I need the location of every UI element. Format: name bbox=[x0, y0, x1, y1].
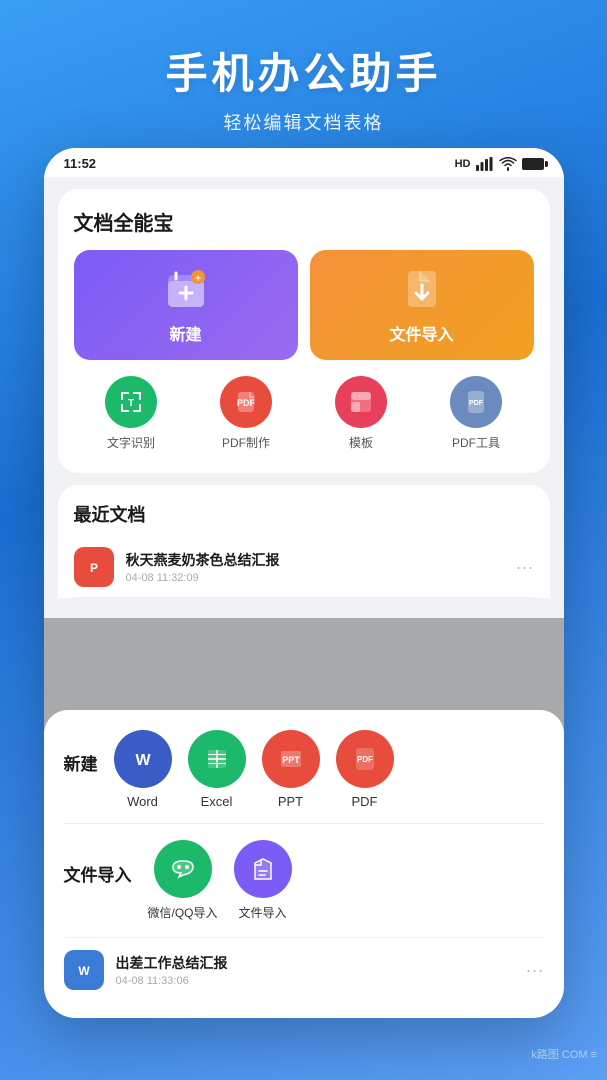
pdf-tools-icon: PDF bbox=[450, 376, 502, 428]
tool-ocr[interactable]: T 文字识别 bbox=[105, 376, 157, 451]
signal-icon bbox=[476, 157, 494, 171]
main-title: 手机办公助手 bbox=[20, 40, 587, 101]
hd-label: HD bbox=[455, 158, 471, 170]
ppt-icon: PPT bbox=[262, 730, 320, 788]
excel-icon bbox=[188, 730, 246, 788]
doc-info-2: 出差工作总结汇报 04-08 11:33:06 bbox=[116, 953, 514, 987]
phone-mockup: 11:52 HD 文档全能宝 bbox=[44, 148, 564, 1018]
doc-meta-1: 04-08 11:32:09 bbox=[126, 572, 504, 584]
pdf-make-icon: PDF bbox=[220, 376, 272, 428]
template-label: 模板 bbox=[349, 434, 373, 451]
pdf-make-label: PDF制作 bbox=[222, 434, 270, 451]
new-button-label: 新建 bbox=[169, 321, 201, 345]
status-icons: HD bbox=[455, 157, 544, 171]
overlay: 新建 W Word bbox=[44, 618, 564, 1013]
svg-text:W: W bbox=[78, 964, 90, 978]
doc-more-1[interactable]: ··· bbox=[516, 557, 534, 578]
file-import-label: 文件导入 bbox=[239, 904, 287, 921]
popup-import-row: 文件导入 微信/QQ导入 bbox=[64, 840, 544, 921]
svg-text:PDF: PDF bbox=[469, 400, 484, 407]
header: 手机办公助手 轻松编辑文档表格 bbox=[0, 0, 607, 155]
doc-name-1: 秋天燕麦奶茶色总结汇报 bbox=[126, 550, 504, 570]
excel-label: Excel bbox=[201, 794, 233, 809]
svg-text:W: W bbox=[135, 752, 151, 769]
tool-template[interactable]: 模板 bbox=[335, 376, 387, 451]
word-label: Word bbox=[127, 794, 158, 809]
doc-icon-ppt: P bbox=[74, 547, 114, 587]
wechat-icon bbox=[154, 840, 212, 898]
popup-ppt[interactable]: PPT PPT bbox=[262, 730, 320, 809]
popup-import-title: 文件导入 bbox=[64, 861, 132, 886]
recent-section: 最近文档 P 秋天燕麦奶茶色总结汇报 04-08 11:32:09 ··· bbox=[58, 485, 550, 598]
popup-wechat-import[interactable]: 微信/QQ导入 bbox=[148, 840, 218, 921]
status-bar: 11:52 HD bbox=[44, 148, 564, 177]
popup-file-import[interactable]: 文件导入 bbox=[234, 840, 292, 921]
doc-info-1: 秋天燕麦奶茶色总结汇报 04-08 11:32:09 bbox=[126, 550, 504, 584]
doc-item-2-container: W 出差工作总结汇报 04-08 11:33:06 ··· bbox=[64, 937, 544, 990]
svg-text:PPT: PPT bbox=[282, 755, 300, 765]
doc-icon-word: W bbox=[64, 950, 104, 990]
pdf-tools-label: PDF工具 bbox=[452, 434, 500, 451]
watermark: k路图 COM ≡ bbox=[531, 1046, 597, 1062]
wifi-icon bbox=[499, 157, 517, 171]
import-button-icon bbox=[398, 265, 446, 313]
template-icon bbox=[335, 376, 387, 428]
popup-import-icons: 微信/QQ导入 文件导入 bbox=[148, 840, 292, 921]
wechat-import-label: 微信/QQ导入 bbox=[148, 904, 218, 921]
pdf-label: PDF bbox=[352, 794, 378, 809]
doc-item-1[interactable]: P 秋天燕麦奶茶色总结汇报 04-08 11:32:09 ··· bbox=[74, 537, 534, 598]
popup-excel[interactable]: Excel bbox=[188, 730, 246, 809]
popup-new-title: 新建 bbox=[64, 750, 98, 775]
popup-divider bbox=[64, 823, 544, 824]
svg-text:+: + bbox=[195, 274, 201, 285]
tools-row: T 文字识别 PDF PDF制作 模板 bbox=[74, 376, 534, 451]
tool-pdf-tools[interactable]: PDF PDF工具 bbox=[450, 376, 502, 451]
popup-new-icons: W Word Excel bbox=[114, 730, 394, 809]
pdf-icon: PDF bbox=[336, 730, 394, 788]
popup-new-row: 新建 W Word bbox=[64, 730, 544, 809]
doc-item-2[interactable]: W 出差工作总结汇报 04-08 11:33:06 ··· bbox=[64, 950, 544, 990]
time: 11:52 bbox=[64, 156, 97, 171]
new-button-icon: + bbox=[162, 265, 210, 313]
action-row: + 新建 文件导入 bbox=[74, 250, 534, 360]
tool-pdf-make[interactable]: PDF PDF制作 bbox=[220, 376, 272, 451]
doc-meta-2: 04-08 11:33:06 bbox=[116, 975, 514, 987]
doc-name-2: 出差工作总结汇报 bbox=[116, 953, 514, 973]
svg-text:PDF: PDF bbox=[357, 755, 373, 764]
main-card: 文档全能宝 + bbox=[58, 189, 550, 473]
ppt-label: PPT bbox=[278, 794, 303, 809]
popup-pdf[interactable]: PDF PDF bbox=[336, 730, 394, 809]
popup-word[interactable]: W Word bbox=[114, 730, 172, 809]
recent-title: 最近文档 bbox=[74, 501, 534, 527]
file-import-icon bbox=[234, 840, 292, 898]
calendar-plus-icon: + bbox=[162, 265, 210, 313]
svg-text:P: P bbox=[89, 561, 97, 575]
battery-icon bbox=[522, 158, 544, 170]
import-button[interactable]: 文件导入 bbox=[310, 250, 534, 360]
import-button-label: 文件导入 bbox=[389, 321, 453, 345]
svg-text:T: T bbox=[128, 398, 134, 409]
ocr-icon: T bbox=[105, 376, 157, 428]
word-icon: W bbox=[114, 730, 172, 788]
sub-title: 轻松编辑文档表格 bbox=[20, 109, 587, 135]
ocr-label: 文字识别 bbox=[107, 434, 155, 451]
card-title: 文档全能宝 bbox=[74, 207, 534, 236]
file-import-icon bbox=[398, 265, 446, 313]
new-button[interactable]: + 新建 bbox=[74, 250, 298, 360]
doc-more-2[interactable]: ··· bbox=[526, 960, 544, 981]
svg-text:PDF: PDF bbox=[237, 398, 256, 408]
popup-card: 新建 W Word bbox=[44, 710, 564, 1013]
app-content: 文档全能宝 + bbox=[44, 177, 564, 1013]
